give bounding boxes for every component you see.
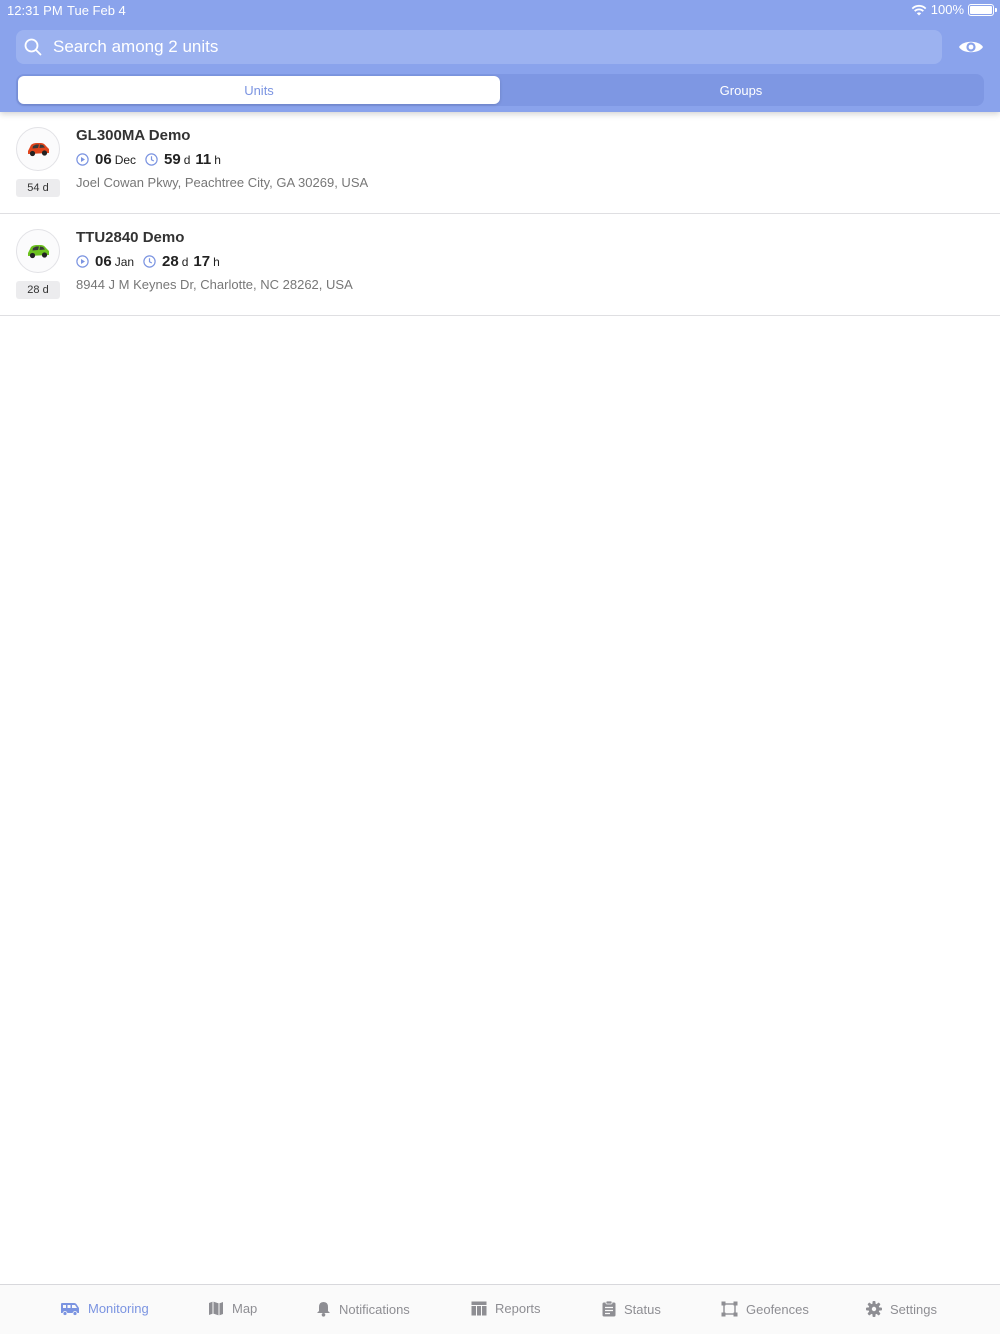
tab-label: Notifications bbox=[339, 1301, 410, 1317]
polygon-icon bbox=[721, 1301, 738, 1317]
battery-icon bbox=[968, 3, 997, 16]
tab-label: Status bbox=[624, 1301, 661, 1317]
tab-settings[interactable]: Settings bbox=[866, 1301, 937, 1317]
eye-icon[interactable] bbox=[958, 37, 984, 57]
car-icon bbox=[28, 245, 49, 259]
duration-hours-unit: h bbox=[213, 255, 220, 269]
status-bar: 12:31 PM Tue Feb 4 100% bbox=[0, 0, 1000, 20]
unit-age-badge: 28 d bbox=[16, 281, 60, 299]
last-message-day: 06 bbox=[95, 253, 112, 270]
duration-days-unit: d bbox=[181, 255, 189, 269]
tab-geofences[interactable]: Geofences bbox=[721, 1301, 809, 1317]
status-right: 100% bbox=[911, 2, 997, 17]
wifi-icon bbox=[911, 4, 927, 15]
duration-days-unit: d bbox=[183, 153, 191, 167]
clock-icon bbox=[143, 255, 156, 268]
battery-percent: 100% bbox=[930, 2, 964, 17]
last-message-day: 06 bbox=[95, 151, 112, 168]
unit-list: 54 d GL300MA Demo 06 Dec 59 d 11 h Joel … bbox=[0, 112, 1000, 316]
unit-meta: 06 Dec 59 d 11 h bbox=[76, 151, 230, 168]
segment-units[interactable]: Units bbox=[18, 76, 500, 104]
tab-status[interactable]: Status bbox=[602, 1301, 661, 1317]
unit-avatar bbox=[16, 127, 60, 171]
search-icon bbox=[24, 38, 42, 56]
tab-reports[interactable]: Reports bbox=[471, 1301, 541, 1316]
unit-address: Joel Cowan Pkwy, Peachtree City, GA 3026… bbox=[76, 175, 369, 190]
duration-days: 28 bbox=[162, 253, 179, 270]
status-time: 12:31 PM bbox=[7, 3, 63, 18]
unit-meta: 06 Jan 28 d 17 h bbox=[76, 253, 229, 270]
car-icon bbox=[28, 143, 49, 157]
segment-groups[interactable]: Groups bbox=[500, 76, 982, 104]
last-message-month: Dec bbox=[114, 153, 137, 167]
unit-row[interactable]: 28 d TTU2840 Demo 06 Jan 28 d 17 h 8944 … bbox=[0, 214, 1000, 316]
bus-icon bbox=[61, 1302, 79, 1316]
duration-days: 59 bbox=[164, 151, 181, 168]
tab-monitoring[interactable]: Monitoring bbox=[60, 1301, 149, 1316]
bell-icon bbox=[317, 1302, 330, 1317]
duration-hours: 17 bbox=[193, 253, 211, 270]
last-message-month: Jan bbox=[114, 255, 135, 269]
play-circle-icon bbox=[76, 255, 89, 268]
unit-address: 8944 J M Keynes Dr, Charlotte, NC 28262,… bbox=[76, 277, 353, 292]
unit-avatar bbox=[16, 229, 60, 273]
segmented-control: Units Groups bbox=[16, 74, 984, 106]
table-icon bbox=[471, 1301, 487, 1316]
tab-label: Settings bbox=[890, 1301, 937, 1317]
status-date: Tue Feb 4 bbox=[67, 3, 126, 18]
clipboard-icon bbox=[602, 1301, 616, 1317]
search-bar[interactable] bbox=[16, 30, 942, 64]
tab-map[interactable]: Map bbox=[208, 1301, 257, 1316]
header: 12:31 PM Tue Feb 4 100% Units Groups bbox=[0, 0, 1000, 112]
tab-bar: Monitoring Map Notifications Reports Sta… bbox=[0, 1284, 1000, 1334]
tab-label: Reports bbox=[495, 1301, 541, 1316]
tab-notifications[interactable]: Notifications bbox=[316, 1301, 410, 1317]
unit-name: TTU2840 Demo bbox=[76, 229, 185, 246]
tab-label: Monitoring bbox=[88, 1301, 149, 1316]
tab-label: Geofences bbox=[746, 1301, 809, 1317]
duration-hours: 11 bbox=[195, 151, 212, 168]
clock-icon bbox=[145, 153, 158, 166]
map-icon bbox=[209, 1301, 223, 1316]
unit-name: GL300MA Demo bbox=[76, 127, 191, 144]
duration-hours-unit: h bbox=[214, 153, 221, 167]
search-input[interactable] bbox=[53, 37, 913, 57]
tab-label: Map bbox=[232, 1301, 258, 1316]
play-circle-icon bbox=[76, 153, 89, 166]
gear-icon bbox=[866, 1301, 882, 1317]
unit-row[interactable]: 54 d GL300MA Demo 06 Dec 59 d 11 h Joel … bbox=[0, 112, 1000, 214]
unit-age-badge: 54 d bbox=[16, 179, 60, 197]
